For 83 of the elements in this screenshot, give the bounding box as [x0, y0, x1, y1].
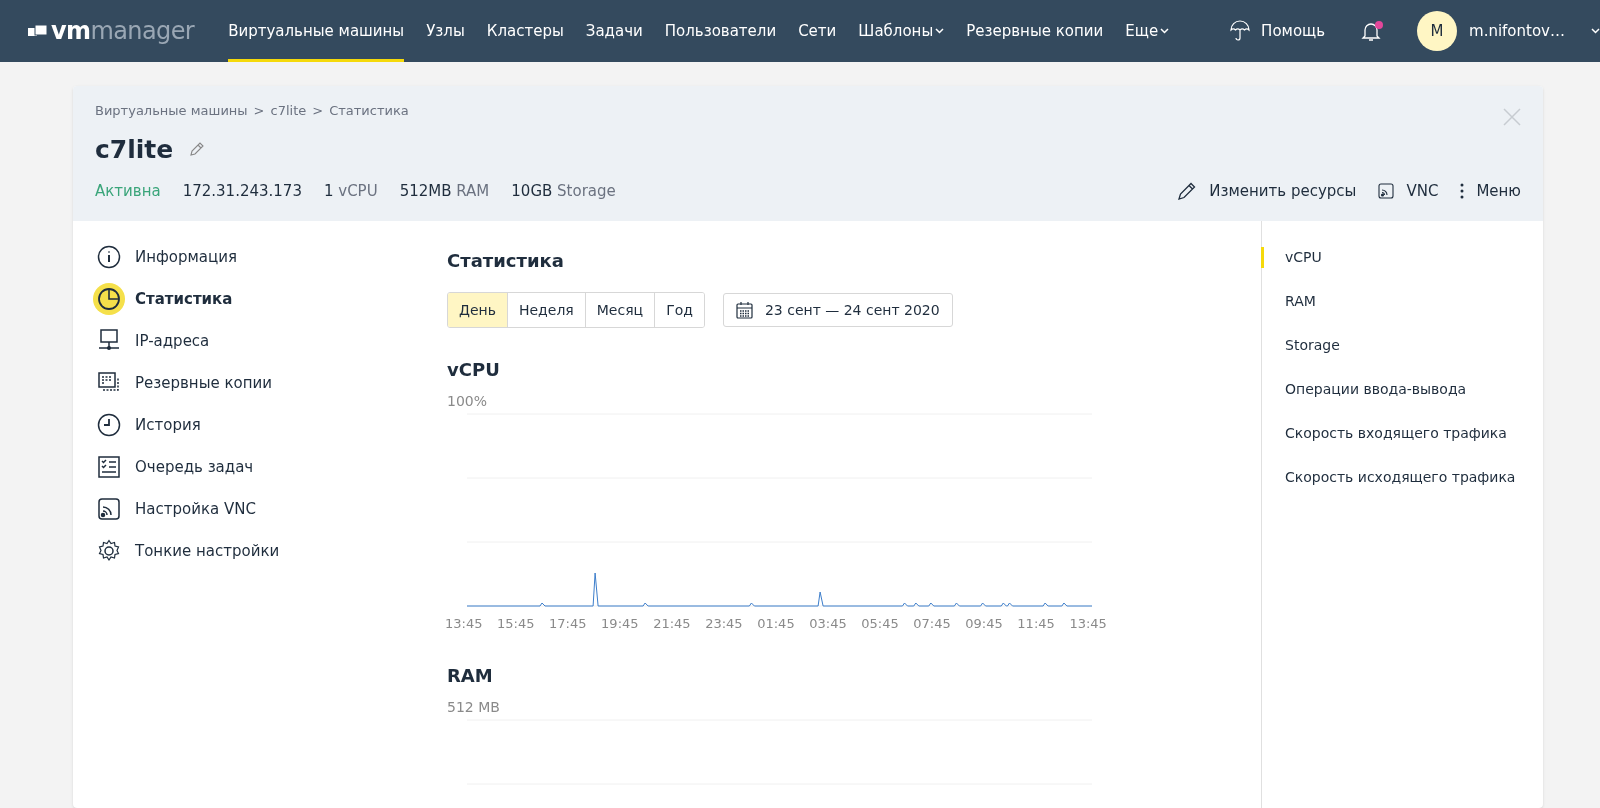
x-axis-label: 11:45	[1017, 615, 1055, 633]
metric-link[interactable]: Скорость входящего трафика	[1261, 423, 1543, 444]
breadcrumb-link[interactable]: c7lite	[270, 101, 307, 121]
sidebar-item[interactable]: Очередь задач	[97, 455, 447, 479]
pie-chart-icon	[97, 287, 121, 311]
x-axis-label: 01:45	[757, 615, 795, 633]
y-axis-label: 512 MB	[447, 697, 501, 717]
nav-tab[interactable]: Кластеры	[486, 0, 564, 62]
metric-link[interactable]: Операции ввода-вывода	[1261, 379, 1543, 400]
caret-icon	[935, 28, 945, 34]
x-axis-label: 13:45	[445, 615, 483, 633]
nav-tab[interactable]: Пользователи	[664, 0, 777, 62]
nav-tab[interactable]: Шаблоны	[858, 0, 945, 62]
x-axis-label: 13:45	[1069, 615, 1107, 633]
caret-icon	[1160, 28, 1170, 34]
x-axis-label: 03:45	[809, 615, 847, 633]
metric-link[interactable]: RAM	[1261, 291, 1543, 312]
cast-icon	[97, 497, 121, 521]
action-button[interactable]: Изменить ресурсы	[1177, 180, 1357, 203]
vm-name: c7lite	[95, 133, 174, 166]
clock-icon	[97, 413, 121, 437]
logo-icon	[28, 24, 48, 38]
nav-tab[interactable]: Еще	[1125, 0, 1170, 62]
help-link[interactable]: Помощь	[1229, 19, 1326, 43]
user-avatar: M	[1417, 11, 1458, 51]
action-button[interactable]: Меню	[1460, 180, 1521, 203]
vm-spec: 1 vCPU	[323, 181, 378, 202]
breadcrumb-current: Статистика	[329, 102, 409, 120]
chart-title: RAM	[447, 663, 494, 688]
nav-tab[interactable]: Виртуальные машины	[228, 0, 405, 62]
date-range-picker[interactable]: 23 сент — 24 сент 2020	[722, 293, 953, 327]
metric-link[interactable]: Скорость исходящего трафика	[1261, 467, 1543, 488]
vm-ip: 172.31.243.173	[182, 181, 302, 202]
cast-icon	[1378, 183, 1395, 200]
sidebar-item[interactable]: Резервные копии	[97, 371, 447, 395]
notifications-button[interactable]	[1361, 20, 1382, 42]
breadcrumb-separator: >	[253, 102, 265, 120]
section-title: Статистика	[447, 249, 565, 273]
sidebar-item[interactable]: Информация	[97, 245, 447, 269]
breadcrumb-separator: >	[312, 102, 324, 120]
close-icon	[1503, 108, 1521, 126]
logo[interactable]: vmmanager	[28, 19, 195, 43]
y-axis-label: 100%	[447, 392, 489, 411]
x-axis-label: 21:45	[653, 615, 691, 633]
more-icon	[1460, 182, 1465, 201]
nav-tab[interactable]: Задачи	[585, 0, 643, 62]
nav-tab[interactable]: Узлы	[426, 0, 465, 62]
settings-icon	[97, 539, 121, 563]
period-tab[interactable]: Год	[654, 293, 704, 327]
sidebar-item[interactable]: Тонкие настройки	[97, 539, 447, 563]
user-menu[interactable]: M m.nifontov…	[1417, 11, 1600, 51]
sidebar-item[interactable]: IP-адреса	[97, 329, 447, 353]
rename-button[interactable]	[189, 141, 206, 158]
caret-icon	[1591, 28, 1600, 34]
x-axis-label: 17:45	[549, 615, 587, 633]
info-icon	[97, 245, 121, 269]
sidebar-item[interactable]: Настройка VNC	[97, 497, 447, 521]
x-axis-label: 23:45	[705, 615, 743, 633]
breadcrumb-link[interactable]: Виртуальные машины	[95, 101, 248, 121]
pencil-icon	[189, 141, 206, 158]
action-button[interactable]: VNC	[1378, 180, 1439, 203]
chart-title: vCPU	[447, 358, 501, 382]
sidebar-item[interactable]: История	[97, 413, 447, 437]
period-tab[interactable]: День	[448, 293, 507, 327]
checklist-icon	[97, 455, 121, 479]
x-axis-label: 05:45	[861, 615, 899, 633]
x-axis-label: 15:45	[497, 615, 535, 633]
nav-tab[interactable]: Сети	[798, 0, 837, 62]
vm-spec: 10GB Storage	[511, 181, 616, 202]
nav-tab[interactable]: Резервные копии	[966, 0, 1104, 62]
vm-spec: 512MB RAM	[399, 181, 490, 202]
x-axis-label: 19:45	[601, 615, 639, 633]
vm-status: Активна	[95, 181, 161, 202]
metric-link[interactable]: Storage	[1261, 335, 1543, 356]
sidebar-item[interactable]: Статистика	[97, 287, 447, 311]
network-icon	[97, 329, 121, 353]
calendar-icon	[735, 301, 753, 319]
pencil-icon	[1177, 181, 1198, 202]
x-axis-label: 07:45	[913, 615, 951, 633]
umbrella-icon	[1229, 20, 1252, 42]
x-axis-label: 09:45	[965, 615, 1003, 633]
bell-icon	[1361, 20, 1382, 42]
metric-link[interactable]: vCPU	[1261, 247, 1543, 268]
